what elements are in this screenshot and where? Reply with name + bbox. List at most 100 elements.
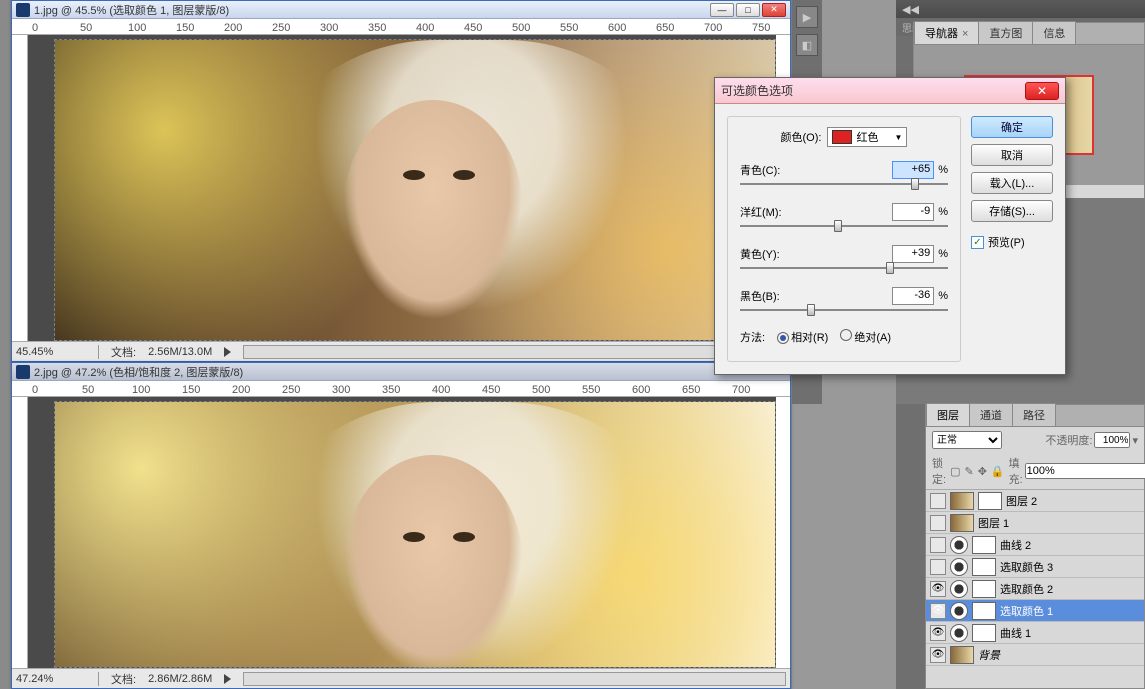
panel-icon[interactable]: ▶ bbox=[796, 6, 818, 28]
adjustment-layer-icon bbox=[950, 536, 968, 554]
doc1-titlebar[interactable]: 1.jpg @ 45.5% (选取颜色 1, 图层蒙版/8) — □ ✕ bbox=[12, 1, 790, 19]
panel-header-bar: ◀◀ bbox=[896, 0, 1145, 18]
dialog-title: 可选颜色选项 bbox=[721, 82, 1025, 99]
vertical-ruler bbox=[12, 35, 28, 341]
doc1-statusbar: 45.45% 文档: 2.56M/13.0M bbox=[12, 341, 790, 361]
tab-close-icon[interactable]: × bbox=[962, 28, 968, 40]
checkbox-icon: ✓ bbox=[971, 236, 984, 249]
horizontal-scrollbar[interactable] bbox=[243, 345, 786, 359]
layer-row[interactable]: 👁 背景 bbox=[926, 644, 1144, 666]
slider-track[interactable] bbox=[740, 183, 948, 185]
slider-row: 黄色(Y): +39 % bbox=[740, 245, 948, 269]
slider-track[interactable] bbox=[740, 309, 948, 311]
fill-input[interactable] bbox=[1025, 463, 1145, 479]
minimize-button[interactable]: — bbox=[710, 3, 734, 17]
slider-value-input[interactable]: +65 bbox=[892, 161, 934, 179]
ok-button[interactable]: 确定 bbox=[971, 116, 1053, 138]
play-icon[interactable] bbox=[224, 347, 231, 357]
zoom-field[interactable]: 45.45% bbox=[16, 346, 86, 358]
lock-position-icon[interactable]: ✥ bbox=[978, 465, 987, 478]
layer-row[interactable]: 👁 选取颜色 1 bbox=[926, 600, 1144, 622]
slider-value-input[interactable]: -9 bbox=[892, 203, 934, 221]
dialog-close-button[interactable]: ✕ bbox=[1025, 82, 1059, 100]
doc1-canvas[interactable] bbox=[28, 35, 776, 341]
method-relative-radio[interactable]: 相对(R) bbox=[777, 329, 828, 345]
layer-row[interactable]: 图层 1 bbox=[926, 512, 1144, 534]
dialog-titlebar[interactable]: 可选颜色选项 ✕ bbox=[715, 78, 1065, 104]
tab-channels[interactable]: 通道 bbox=[969, 403, 1013, 426]
colors-label: 颜色(O): bbox=[781, 129, 822, 145]
lock-pixels-icon[interactable]: ✎ bbox=[964, 465, 973, 478]
horizontal-ruler: 0501001502002503003504004505005506006507… bbox=[12, 19, 790, 35]
layer-mask-thumbnail bbox=[972, 558, 996, 576]
tab-paths[interactable]: 路径 bbox=[1012, 403, 1056, 426]
lock-transparent-icon[interactable]: ▢ bbox=[950, 465, 960, 478]
layer-name: 曲线 2 bbox=[1000, 537, 1140, 553]
method-label: 方法: bbox=[740, 329, 765, 345]
adjustment-layer-icon bbox=[950, 624, 968, 642]
opacity-input[interactable] bbox=[1094, 432, 1130, 448]
visibility-toggle[interactable]: 👁 bbox=[930, 647, 946, 663]
layer-thumbnail bbox=[950, 514, 974, 532]
tab-navigator[interactable]: 导航器× bbox=[914, 21, 979, 44]
blend-mode-select[interactable]: 正常 bbox=[932, 431, 1002, 449]
doc1-title: 1.jpg @ 45.5% (选取颜色 1, 图层蒙版/8) bbox=[34, 2, 710, 18]
layer-row[interactable]: 👁 曲线 1 bbox=[926, 622, 1144, 644]
layer-name: 选取颜色 1 bbox=[1000, 603, 1140, 619]
tab-info[interactable]: 信息 bbox=[1032, 21, 1076, 44]
slider-value-input[interactable]: +39 bbox=[892, 245, 934, 263]
visibility-toggle[interactable]: 👁 bbox=[930, 625, 946, 641]
expand-arrows-icon[interactable]: ◀◀ bbox=[902, 3, 919, 16]
layer-name: 背景 bbox=[978, 647, 1140, 663]
slider-value-input[interactable]: -36 bbox=[892, 287, 934, 305]
layers-panel: 图层 通道 路径 正常 不透明度: ▾ 锁定: ▢ ✎ ✥ 🔒 填充: ▾ bbox=[925, 404, 1145, 689]
photo-eye bbox=[453, 532, 475, 542]
layer-thumbnail bbox=[950, 492, 974, 510]
slider-knob[interactable] bbox=[886, 262, 894, 274]
tab-layers[interactable]: 图层 bbox=[926, 403, 970, 426]
maximize-button[interactable]: □ bbox=[736, 3, 760, 17]
opacity-label: 不透明度: bbox=[1045, 432, 1092, 448]
save-button[interactable]: 存储(S)... bbox=[971, 200, 1053, 222]
layer-mask-thumbnail bbox=[978, 492, 1002, 510]
visibility-toggle[interactable] bbox=[930, 559, 946, 575]
visibility-toggle[interactable] bbox=[930, 537, 946, 553]
load-button[interactable]: 载入(L)... bbox=[971, 172, 1053, 194]
horizontal-ruler: 0501001502002503003504004505005506006507… bbox=[12, 381, 790, 397]
layer-mask-thumbnail bbox=[972, 624, 996, 642]
layer-row[interactable]: 选取颜色 3 bbox=[926, 556, 1144, 578]
horizontal-scrollbar[interactable] bbox=[243, 672, 786, 686]
slider-label: 洋红(M): bbox=[740, 204, 892, 220]
slider-knob[interactable] bbox=[911, 178, 919, 190]
chevron-down-icon[interactable]: ▾ bbox=[1132, 434, 1138, 447]
layer-row[interactable]: 图层 2 bbox=[926, 490, 1144, 512]
layer-row[interactable]: 👁 选取颜色 2 bbox=[926, 578, 1144, 600]
document-window-1: 1.jpg @ 45.5% (选取颜色 1, 图层蒙版/8) — □ ✕ 050… bbox=[11, 0, 791, 362]
lock-label: 锁定: bbox=[932, 455, 946, 487]
zoom-field[interactable]: 47.24% bbox=[16, 673, 86, 685]
color-name: 红色 bbox=[856, 129, 878, 145]
visibility-toggle[interactable] bbox=[930, 493, 946, 509]
slider-track[interactable] bbox=[740, 225, 948, 227]
lock-all-icon[interactable]: 🔒 bbox=[991, 465, 1005, 478]
slider-knob[interactable] bbox=[834, 220, 842, 232]
ps-icon bbox=[16, 365, 30, 379]
slider-track[interactable] bbox=[740, 267, 948, 269]
cancel-button[interactable]: 取消 bbox=[971, 144, 1053, 166]
play-icon[interactable] bbox=[224, 674, 231, 684]
method-absolute-radio[interactable]: 绝对(A) bbox=[840, 329, 891, 345]
panel-icon[interactable]: ◧ bbox=[796, 34, 818, 56]
layer-row[interactable]: 曲线 2 bbox=[926, 534, 1144, 556]
visibility-toggle[interactable]: 👁 bbox=[930, 603, 946, 619]
close-button[interactable]: ✕ bbox=[762, 3, 786, 17]
color-dropdown[interactable]: 红色 ▼ bbox=[827, 127, 907, 147]
visibility-toggle[interactable]: 👁 bbox=[930, 581, 946, 597]
layer-list[interactable]: 图层 2 图层 1 曲线 2 选取颜色 3 👁 选取颜色 2 👁 选取颜色 1 … bbox=[926, 490, 1144, 666]
layer-mask-thumbnail bbox=[972, 602, 996, 620]
slider-knob[interactable] bbox=[807, 304, 815, 316]
doc2-canvas[interactable] bbox=[28, 397, 776, 668]
visibility-toggle[interactable] bbox=[930, 515, 946, 531]
doc2-titlebar[interactable]: 2.jpg @ 47.2% (色相/饱和度 2, 图层蒙版/8) bbox=[12, 363, 790, 381]
preview-checkbox[interactable]: ✓ 预览(P) bbox=[971, 234, 1053, 250]
tab-histogram[interactable]: 直方图 bbox=[978, 21, 1033, 44]
